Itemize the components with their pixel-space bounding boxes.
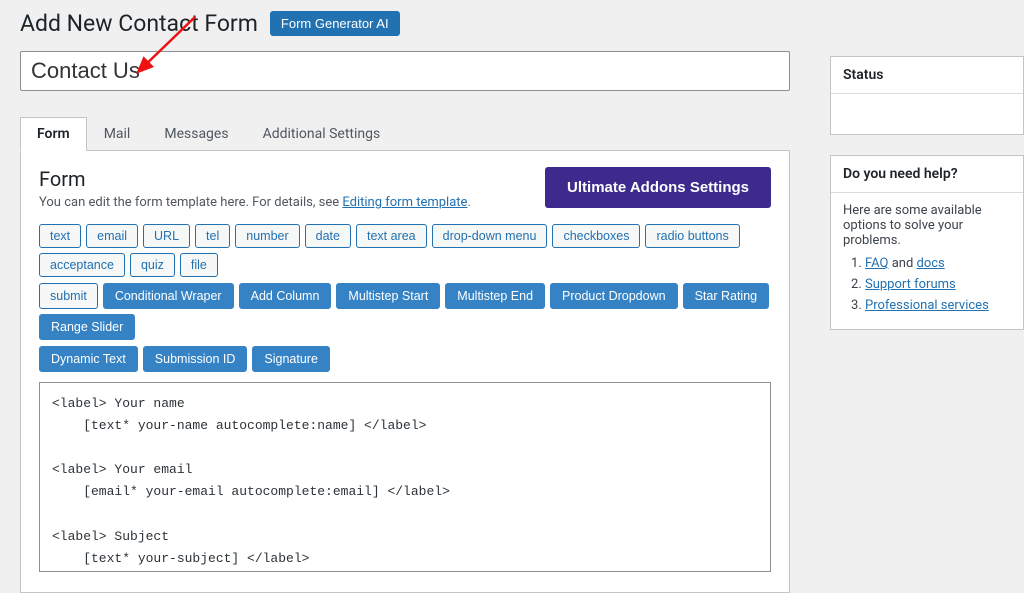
tag-submission-id[interactable]: Submission ID (143, 346, 248, 372)
tag-multistep-start[interactable]: Multistep Start (336, 283, 440, 309)
tag-tel[interactable]: tel (195, 224, 230, 248)
tag-checkboxes[interactable]: checkboxes (552, 224, 640, 248)
tag-date[interactable]: date (305, 224, 351, 248)
tag-range-slider[interactable]: Range Slider (39, 314, 135, 340)
tag-textarea[interactable]: text area (356, 224, 427, 248)
professional-services-link[interactable]: Professional services (865, 298, 989, 313)
tag-url[interactable]: URL (143, 224, 190, 248)
help-text: You can edit the form template here. For… (39, 195, 471, 210)
tag-email[interactable]: email (86, 224, 138, 248)
tab-additional-settings[interactable]: Additional Settings (246, 117, 398, 151)
tag-submit[interactable]: submit (39, 283, 98, 309)
help-metabox: Do you need help? Here are some availabl… (830, 155, 1024, 330)
tag-conditional-wrapper[interactable]: Conditional Wraper (103, 283, 234, 309)
tag-multistep-end[interactable]: Multistep End (445, 283, 545, 309)
page-title: Add New Contact Form (20, 10, 258, 37)
tag-text[interactable]: text (39, 224, 81, 248)
tag-star-rating[interactable]: Star Rating (683, 283, 770, 309)
docs-link[interactable]: docs (917, 256, 945, 271)
tag-signature[interactable]: Signature (252, 346, 330, 372)
status-heading: Status (831, 57, 1023, 94)
tag-quiz[interactable]: quiz (130, 253, 175, 277)
editing-template-link[interactable]: Editing form template (342, 195, 467, 210)
tag-radio[interactable]: radio buttons (645, 224, 739, 248)
tag-dynamic-text[interactable]: Dynamic Text (39, 346, 138, 372)
tab-form[interactable]: Form (20, 117, 87, 151)
tab-messages[interactable]: Messages (147, 117, 245, 151)
status-metabox: Status (830, 56, 1024, 135)
help-item-faq-docs: FAQ and docs (865, 256, 1011, 271)
tag-file[interactable]: file (180, 253, 218, 277)
form-generator-ai-button[interactable]: Form Generator AI (270, 11, 400, 36)
help-intro: Here are some available options to solve… (843, 203, 1011, 248)
support-forums-link[interactable]: Support forums (865, 277, 956, 292)
faq-link[interactable]: FAQ (865, 256, 888, 271)
tag-product-dropdown[interactable]: Product Dropdown (550, 283, 678, 309)
tag-number[interactable]: number (235, 224, 299, 248)
tag-acceptance[interactable]: acceptance (39, 253, 125, 277)
form-tabs: Form Mail Messages Additional Settings (20, 117, 790, 151)
form-template-textarea[interactable] (39, 382, 771, 572)
help-heading: Do you need help? (831, 156, 1023, 193)
form-title-input[interactable] (20, 51, 790, 91)
tag-add-column[interactable]: Add Column (239, 283, 332, 309)
panel-heading-form: Form (39, 167, 471, 191)
tag-dropdown[interactable]: drop-down menu (432, 224, 548, 248)
tab-mail[interactable]: Mail (87, 117, 148, 151)
ultimate-addons-settings-button[interactable]: Ultimate Addons Settings (545, 167, 771, 208)
